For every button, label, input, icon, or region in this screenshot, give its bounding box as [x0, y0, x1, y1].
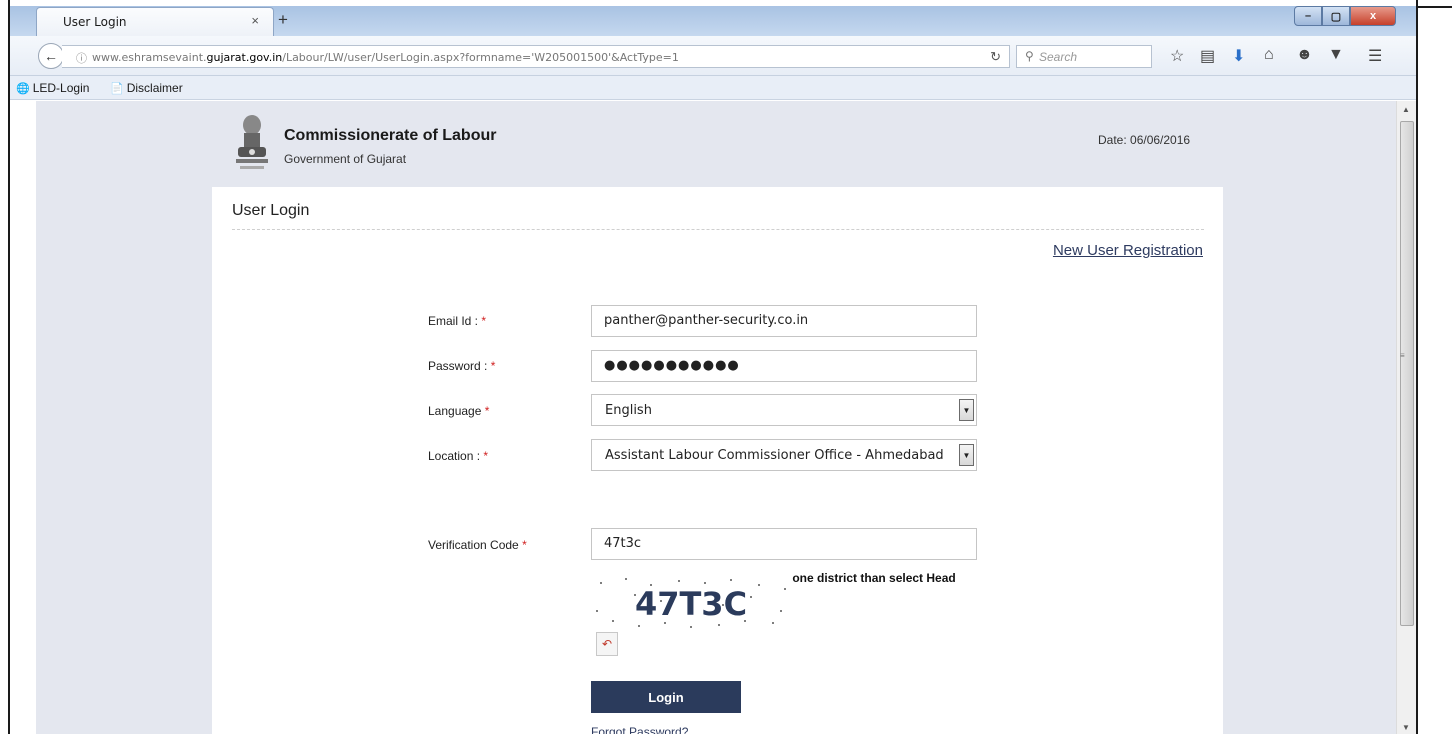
back-arrow-icon[interactable]: ←: [38, 43, 64, 69]
scrollbar-thumb[interactable]: [1400, 121, 1414, 626]
reading-list-icon[interactable]: ▤: [1200, 46, 1215, 66]
page-icon: 📄: [110, 83, 124, 95]
menu-icon[interactable]: ☰: [1368, 46, 1382, 66]
reload-icon[interactable]: ↻: [990, 49, 1001, 65]
login-button[interactable]: Login: [591, 681, 741, 713]
address-bar[interactable]: ⓘ www.eshramsevaint.gujarat.gov.in/Labou…: [62, 45, 1010, 68]
chevron-down-icon[interactable]: ▼: [959, 399, 974, 421]
bookmarks-bar: 🌐 LED-Login 📄 Disclaimer: [10, 76, 1416, 100]
search-icon: ⚲: [1025, 49, 1034, 63]
vertical-scrollbar[interactable]: ▲ ≡ ▼: [1396, 101, 1416, 734]
password-label: Password : *: [428, 359, 496, 373]
required-mark: *: [483, 449, 489, 463]
bookmark-star-icon[interactable]: ☆: [1170, 46, 1184, 66]
new-user-registration-link[interactable]: New User Registration: [1053, 242, 1203, 259]
scroll-up-icon[interactable]: ▲: [1402, 105, 1410, 114]
language-label: Language *: [428, 404, 490, 418]
chat-icon[interactable]: ☻: [1296, 46, 1313, 64]
scrollbar-grip-icon: ≡: [1400, 351, 1405, 360]
left-frame-edge: [0, 0, 10, 734]
download-icon[interactable]: ⬇: [1232, 46, 1245, 66]
org-subtitle: Government of Gujarat: [284, 152, 407, 166]
state-emblem-icon: [236, 115, 268, 169]
navigation-bar: ← ⓘ www.eshramsevaint.gujarat.gov.in/Lab…: [10, 36, 1416, 76]
bookmark-led-login[interactable]: 🌐 LED-Login: [16, 81, 89, 95]
globe-icon: 🌐: [16, 83, 30, 95]
scroll-down-icon[interactable]: ▼: [1402, 723, 1410, 732]
title-divider: [232, 229, 1204, 230]
close-window-button[interactable]: x: [1350, 6, 1396, 26]
verification-code-label: Verification Code *: [428, 538, 527, 552]
tab-user-login[interactable]: User Login ×: [36, 7, 274, 36]
maximize-button[interactable]: ▢: [1322, 6, 1350, 26]
minimize-button[interactable]: –: [1294, 6, 1322, 26]
login-panel: User Login New User Registration Email I…: [212, 187, 1223, 734]
required-mark: *: [522, 538, 527, 552]
refresh-captcha-icon[interactable]: ↶: [596, 632, 618, 656]
current-date: Date: 06/06/2016: [1098, 133, 1191, 147]
search-input[interactable]: ⚲ Search: [1016, 45, 1152, 68]
info-icon[interactable]: ⓘ: [76, 50, 87, 66]
pocket-icon[interactable]: ▼: [1328, 46, 1344, 64]
close-tab-icon[interactable]: ×: [251, 13, 259, 28]
required-mark: *: [490, 359, 496, 373]
tab-title: User Login: [63, 15, 127, 29]
org-name: Commissionerate of Labour: [284, 127, 497, 144]
password-field[interactable]: ●●●●●●●●●●●: [591, 350, 977, 382]
window-controls: – ▢ x: [1294, 6, 1406, 28]
captcha-image: 47T3C: [591, 571, 791, 635]
captcha-text: 47T3C: [635, 585, 747, 623]
page-viewport: Commissionerate of Labour Government of …: [36, 101, 1396, 734]
new-tab-button[interactable]: +: [278, 10, 288, 30]
location-label: Location : *: [428, 449, 489, 463]
url-text: www.eshramsevaint.gujarat.gov.in/Labour/…: [92, 51, 679, 64]
right-frame-edge: [1416, 0, 1452, 734]
language-value: English: [605, 403, 652, 418]
required-mark: *: [484, 404, 490, 418]
language-select[interactable]: English ▼: [591, 394, 977, 426]
search-placeholder: Search: [1039, 50, 1078, 64]
verification-code-field[interactable]: 47t3c: [591, 528, 977, 560]
email-field[interactable]: panther@panther-security.co.in: [591, 305, 977, 337]
required-mark: *: [481, 314, 487, 328]
location-value: Assistant Labour Commissioner Office - A…: [605, 448, 944, 463]
page-title: User Login: [232, 202, 310, 219]
home-icon[interactable]: ⌂: [1264, 46, 1274, 64]
screen: User Login × + – ▢ x ← ⓘ www.eshramsevai…: [0, 0, 1452, 734]
tab-strip: User Login × + – ▢ x: [10, 6, 1416, 36]
forgot-password-link[interactable]: Forgot Password?: [591, 725, 688, 734]
bookmark-disclaimer[interactable]: 📄 Disclaimer: [110, 81, 183, 95]
email-label: Email Id : *: [428, 314, 487, 328]
location-select[interactable]: Assistant Labour Commissioner Office - A…: [591, 439, 977, 471]
chevron-down-icon[interactable]: ▼: [959, 444, 974, 466]
